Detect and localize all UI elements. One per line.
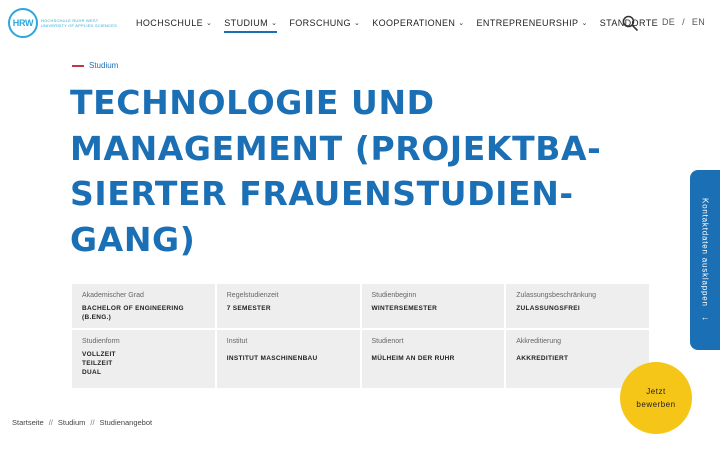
fact-value: MÜLHEIM AN DER RUHR [371, 355, 455, 362]
fact-label: Studienform [82, 338, 120, 345]
apply-label-line-1: Jetzt [646, 387, 666, 396]
nav-item-label: FORSCHUNG [289, 18, 351, 28]
fact-cell-institute: Institut INSTITUT MASCHINENBAU [216, 330, 360, 388]
fact-cell-duration: Regelstudienzeit 7 SEMESTER [216, 284, 360, 328]
nav-item-kooperationen[interactable]: KOOPERATIONEN ⌄ [372, 0, 464, 46]
site-header: HRW HOCHSCHULE RUHR WEST UNIVERSITY OF A… [0, 0, 720, 46]
breadcrumb-separator: // [90, 418, 95, 427]
breadcrumb-item-studium[interactable]: Studium [58, 418, 86, 427]
fact-value: AKKREDITIERT [516, 355, 569, 362]
nav-item-label: STUDIUM [224, 18, 269, 28]
breadcrumb-item-home[interactable]: Startseite [12, 418, 44, 427]
nav-item-hochschule[interactable]: HOCHSCHULE ⌄ [136, 0, 212, 46]
page-title: TECHNOLOGIE UND MANAGEMENT (PROJEKTBA-SI… [70, 83, 602, 259]
hrw-logo[interactable]: HRW HOCHSCHULE RUHR WEST UNIVERSITY OF A… [8, 8, 117, 38]
fact-label: Regelstudienzeit [226, 292, 279, 299]
contact-drawer-toggle[interactable]: Kontaktdaten ausklappen ← [690, 170, 720, 350]
breadcrumb-item-current: Studienangebot [99, 418, 153, 427]
language-switcher: DE / EN [662, 17, 705, 27]
fact-label: Studienbeginn [371, 292, 417, 299]
fact-cell-study-form: Studienform VOLLZEIT TEILZEIT DUAL [72, 330, 215, 388]
fact-value: VOLLZEIT TEILZEIT DUAL [82, 350, 205, 377]
fact-value-line: DUAL [82, 369, 102, 376]
nav-item-forschung[interactable]: FORSCHUNG ⌄ [289, 0, 360, 46]
logo-mark: HRW [8, 8, 38, 38]
chevron-down-icon: ⌄ [581, 20, 588, 27]
apply-now-button[interactable]: Jetzt bewerben [620, 362, 692, 434]
fact-value: BACHELOR OF ENGINEERING (B.ENG.) [82, 305, 184, 321]
fact-cell-admission: Zulassungsbeschränkung ZULASSUNGSFREI [506, 284, 649, 328]
apply-label-line-2: bewerben [636, 400, 676, 409]
fact-value-line: VOLLZEIT [82, 351, 116, 358]
chevron-down-icon: ⌄ [271, 20, 278, 27]
fact-value: WINTERSEMESTER [371, 305, 438, 312]
chevron-down-icon: ⌄ [353, 20, 361, 27]
chevron-down-icon: ⌄ [458, 20, 465, 27]
search-icon [622, 15, 638, 31]
logo-line-2: UNIVERSITY OF APPLIED SCIENCES [41, 23, 117, 28]
fact-value-line: TEILZEIT [82, 360, 113, 367]
breadcrumb-separator: // [48, 418, 53, 427]
nav-item-label: HOCHSCHULE [136, 18, 204, 28]
fact-cell-start: Studienbeginn WINTERSEMESTER [361, 284, 505, 328]
fact-value: ZULASSUNGSFREI [516, 305, 581, 312]
program-facts-grid: Akademischer Grad BACHELOR OF ENGINEERIN… [72, 284, 649, 388]
fact-label: Zulassungsbeschränkung [516, 292, 597, 299]
lang-separator: / [682, 17, 685, 27]
contact-drawer-content: Kontaktdaten ausklappen ← [701, 198, 710, 323]
nav-item-studium[interactable]: STUDIUM ⌄ [224, 0, 278, 46]
chevron-down-icon: ⌄ [206, 20, 213, 27]
fact-label: Akademischer Grad [82, 292, 144, 299]
fact-value: INSTITUT MASCHINENBAU [226, 355, 318, 362]
eyebrow-label: Studium [89, 61, 119, 70]
contact-drawer-label: Kontaktdaten ausklappen [700, 197, 710, 307]
fact-cell-degree: Akademischer Grad BACHELOR OF ENGINEERIN… [72, 284, 215, 328]
lang-de-link[interactable]: DE [662, 17, 675, 27]
fact-label: Institut [226, 338, 248, 345]
fact-label: Akkreditierung [516, 338, 561, 345]
eyebrow-line [72, 64, 84, 67]
arrow-left-icon: ← [700, 312, 710, 323]
nav-item-label: ENTREPRENEURSHIP [476, 18, 579, 28]
nav-item-label: KOOPERATIONEN [372, 18, 456, 28]
fact-cell-location: Studienort MÜLHEIM AN DER RUHR [361, 330, 505, 388]
nav-item-entrepreneurship[interactable]: ENTREPRENEURSHIP ⌄ [477, 0, 588, 46]
breadcrumb: Startseite // Studium // Studienangebot [12, 418, 152, 427]
section-eyebrow: Studium [72, 61, 118, 70]
main-nav: HOCHSCHULE ⌄ STUDIUM ⌄ FORSCHUNG ⌄ KOOPE… [136, 0, 670, 46]
fact-label: Studienort [371, 338, 404, 345]
logo-wordmark: HOCHSCHULE RUHR WEST UNIVERSITY OF APPLI… [41, 18, 117, 28]
lang-en-link[interactable]: EN [692, 17, 705, 27]
fact-value: 7 SEMESTER [226, 305, 271, 312]
search-button[interactable] [622, 15, 638, 31]
